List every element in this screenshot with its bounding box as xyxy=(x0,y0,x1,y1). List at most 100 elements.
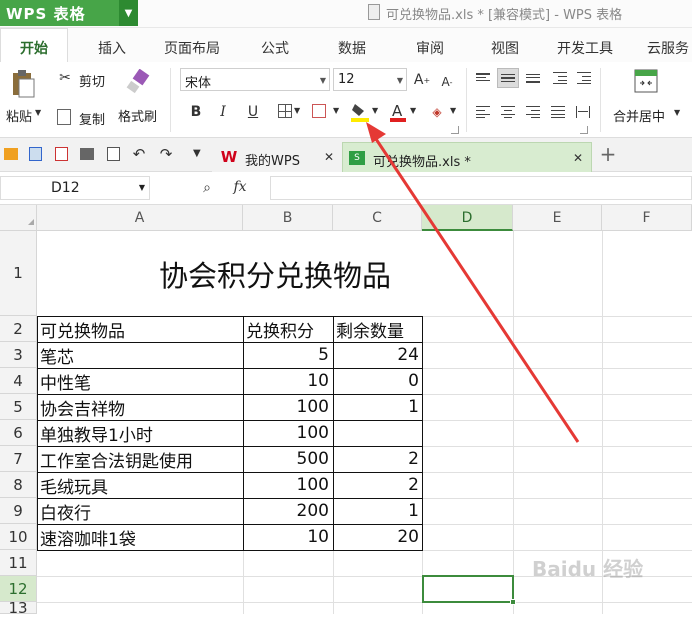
tab-home[interactable]: 开始 xyxy=(0,28,68,62)
open-folder-icon[interactable] xyxy=(4,148,18,160)
chevron-down-icon[interactable]: ▼ xyxy=(294,106,300,115)
table-cell[interactable]: 协会吉祥物 xyxy=(40,394,125,420)
row-header[interactable]: 9 xyxy=(0,498,37,524)
table-cell[interactable]: 白夜行 xyxy=(40,498,91,524)
font-name-select[interactable]: 宋体 ▼ xyxy=(180,68,330,91)
row-header[interactable]: 7 xyxy=(0,446,37,472)
selected-cell-d12[interactable] xyxy=(422,575,516,605)
table-cell[interactable]: 200 xyxy=(243,498,329,524)
print-preview-icon[interactable] xyxy=(107,147,120,161)
undo-icon[interactable]: ↶ xyxy=(131,145,147,163)
column-header-a[interactable]: A xyxy=(37,205,243,231)
tab-data[interactable]: 数据 xyxy=(338,38,366,58)
cell-fill-icon[interactable] xyxy=(312,104,326,118)
row-header[interactable]: 8 xyxy=(0,472,37,498)
row-header[interactable]: 5 xyxy=(0,394,37,420)
name-box[interactable]: D12 ▼ xyxy=(0,176,150,200)
table-cell[interactable]: 毛绒玩具 xyxy=(40,472,108,498)
table-cell[interactable]: 2 xyxy=(333,472,419,498)
table-cell[interactable]: 10 xyxy=(243,524,329,550)
table-cell[interactable]: 工作室合法钥匙使用 xyxy=(40,446,193,472)
tab-review[interactable]: 审阅 xyxy=(416,38,444,58)
zoom-lookup-icon[interactable]: ⌕ xyxy=(199,180,215,196)
doc-tab-current-file[interactable]: S 可兑换物品.xls * ✕ xyxy=(342,142,592,173)
table-cell[interactable]: 2 xyxy=(333,446,419,472)
table-cell[interactable]: 0 xyxy=(333,368,419,394)
fill-color-icon[interactable] xyxy=(349,100,371,124)
align-bottom-icon[interactable] xyxy=(524,70,542,86)
chevron-down-icon[interactable]: ▼ xyxy=(119,0,138,26)
row-header[interactable]: 3 xyxy=(0,342,37,368)
tab-formula[interactable]: 公式 xyxy=(261,38,289,58)
row-header[interactable]: 13 xyxy=(0,599,37,617)
paste-button[interactable]: 粘贴 xyxy=(6,106,32,125)
italic-icon[interactable]: I xyxy=(214,102,232,122)
formula-input[interactable] xyxy=(270,176,692,200)
distributed-align-icon[interactable] xyxy=(574,104,592,120)
new-tab-plus-icon[interactable]: + xyxy=(598,142,618,166)
align-left-icon[interactable] xyxy=(474,104,492,120)
sheet-title[interactable]: 协会积分兑换物品 xyxy=(37,231,513,316)
align-right-icon[interactable] xyxy=(524,104,542,120)
doc-tab-my-wps[interactable]: W 我的WPS ✕ xyxy=(212,142,342,172)
chevron-down-icon[interactable]: ▼ xyxy=(333,106,339,115)
column-header-d[interactable]: D xyxy=(422,205,513,231)
column-header-f[interactable]: F xyxy=(602,205,692,231)
table-cell[interactable]: 500 xyxy=(243,446,329,472)
merge-center-button[interactable]: 合并居中 xyxy=(613,106,665,125)
table-cell[interactable]: 1 xyxy=(333,498,419,524)
row-header[interactable]: 4 xyxy=(0,368,37,394)
close-icon[interactable]: ✕ xyxy=(573,151,583,165)
chevron-down-icon[interactable]: ▼ xyxy=(410,106,416,115)
chevron-down-icon[interactable]: ▼ xyxy=(450,106,456,115)
print-icon[interactable] xyxy=(80,148,94,160)
select-all-corner[interactable] xyxy=(0,205,37,231)
copy-button[interactable]: 复制 xyxy=(79,109,105,128)
format-painter-button[interactable]: 格式刷 xyxy=(118,106,157,125)
justify-icon[interactable] xyxy=(549,104,567,120)
tab-insert[interactable]: 插入 xyxy=(98,38,126,58)
table-cell[interactable]: 100 xyxy=(243,420,329,446)
table-header-cell[interactable]: 兑换积分 xyxy=(246,316,314,342)
chevron-down-icon[interactable]: ▼ xyxy=(372,106,378,115)
dialog-launcher-icon[interactable] xyxy=(451,126,459,134)
table-cell[interactable]: 24 xyxy=(333,342,419,368)
font-size-select[interactable]: 12 ▼ xyxy=(333,68,407,91)
font-color-icon[interactable]: A xyxy=(388,100,408,124)
table-cell[interactable]: 速溶咖啡1袋 xyxy=(40,524,136,550)
paste-icon[interactable] xyxy=(8,68,38,100)
row-header[interactable]: 10 xyxy=(0,524,37,550)
chevron-down-icon[interactable]: ▼ xyxy=(35,108,41,117)
table-cell[interactable]: 单独教导1小时 xyxy=(40,420,153,446)
decrease-font-icon[interactable]: A- xyxy=(437,72,457,92)
align-top-icon[interactable] xyxy=(474,70,492,86)
export-pdf-icon[interactable] xyxy=(55,147,68,161)
cut-button[interactable]: 剪切 xyxy=(79,71,105,90)
table-cell[interactable]: 100 xyxy=(243,394,329,420)
table-cell[interactable]: 1 xyxy=(333,394,419,420)
column-header-b[interactable]: B xyxy=(243,205,333,231)
close-icon[interactable]: ✕ xyxy=(324,150,334,164)
indent-increase-icon[interactable] xyxy=(575,70,593,86)
bold-icon[interactable]: B xyxy=(187,102,205,122)
underline-icon[interactable]: U xyxy=(244,102,262,122)
table-cell[interactable]: 10 xyxy=(243,368,329,394)
wps-app-menu-button[interactable]: WPS 表格 ▼ xyxy=(0,0,138,26)
align-center-icon[interactable] xyxy=(499,104,517,120)
chevron-down-icon[interactable]: ▼ xyxy=(674,108,680,117)
format-painter-icon[interactable] xyxy=(124,68,152,96)
table-header-cell[interactable]: 剩余数量 xyxy=(336,316,404,342)
dialog-launcher-icon[interactable] xyxy=(580,126,588,134)
table-header-cell[interactable]: 可兑换物品 xyxy=(40,316,125,342)
redo-icon[interactable]: ↷ xyxy=(158,145,174,163)
fx-button[interactable]: fx xyxy=(231,178,249,196)
row-header[interactable]: 2 xyxy=(0,316,37,342)
table-cell[interactable]: 5 xyxy=(243,342,329,368)
align-middle-icon[interactable] xyxy=(497,68,519,88)
table-cell[interactable]: 100 xyxy=(243,472,329,498)
border-icon[interactable] xyxy=(278,104,292,118)
column-header-c[interactable]: C xyxy=(333,205,422,231)
row-header[interactable]: 6 xyxy=(0,420,37,446)
chevron-down-icon[interactable]: ▼ xyxy=(193,148,201,159)
column-header-e[interactable]: E xyxy=(513,205,602,231)
